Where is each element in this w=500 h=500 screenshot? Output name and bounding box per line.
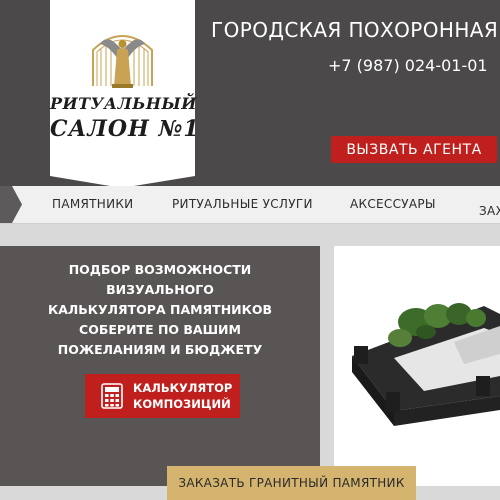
nav-item-ritual-services[interactable]: РИТУАЛЬНЫЕ УСЛУГИ bbox=[172, 197, 313, 211]
granite-complex-illustration bbox=[334, 246, 500, 486]
calculator-button[interactable]: КАЛЬКУЛЯТОР КОМПОЗИЦИЙ bbox=[85, 374, 240, 418]
promo-line: СОБЕРИТЕ ПО ВАШИМ bbox=[79, 322, 241, 337]
main-nav: ПАМЯТНИКИ РИТУАЛЬНЫЕ УСЛУГИ АКСЕССУАРЫ З… bbox=[0, 186, 500, 224]
calculator-label-line2: КОМПОЗИЦИЙ bbox=[133, 397, 231, 411]
promo-text: ПОДБОР ВОЗМОЖНОСТИ ВИЗУАЛЬНОГО КАЛЬКУЛЯТ… bbox=[20, 260, 300, 360]
monument-preview-image[interactable] bbox=[334, 246, 500, 486]
promo-line: ПОДБОР ВОЗМОЖНОСТИ bbox=[68, 262, 252, 277]
gate-angel-logo-icon bbox=[92, 35, 153, 88]
company-name: ГОРОДСКАЯ ПОХОРОННАЯ bbox=[211, 18, 499, 42]
calculator-icon bbox=[101, 383, 123, 409]
promo-line: ПОЖЕЛАНИЯМ И БЮДЖЕТУ bbox=[57, 342, 263, 357]
logo-text-line2: САЛОН №1 bbox=[50, 116, 200, 142]
nav-item-more[interactable]: ЗАХ bbox=[479, 204, 500, 218]
calculator-promo-panel: ПОДБОР ВОЗМОЖНОСТИ ВИЗУАЛЬНОГО КАЛЬКУЛЯТ… bbox=[0, 246, 320, 486]
promo-line: КАЛЬКУЛЯТОРА ПАМЯТНИКОВ bbox=[47, 302, 273, 317]
logo[interactable]: РИТУАЛЬНЫЙ САЛОН №1 bbox=[50, 0, 200, 188]
call-agent-button[interactable]: ВЫЗВАТЬ АГЕНТА bbox=[331, 136, 497, 163]
calculator-label-line1: КАЛЬКУЛЯТОР bbox=[133, 381, 233, 395]
order-granite-monument-button[interactable]: ЗАКАЗАТЬ ГРАНИТНЫЙ ПАМЯТНИК bbox=[167, 466, 416, 500]
nav-item-accessories[interactable]: АКСЕССУАРЫ bbox=[350, 197, 436, 211]
nav-item-monuments[interactable]: ПАМЯТНИКИ bbox=[52, 197, 133, 211]
nav-arrow-icon[interactable] bbox=[0, 186, 22, 223]
calculator-button-label: КАЛЬКУЛЯТОР КОМПОЗИЦИЙ bbox=[133, 380, 233, 412]
phone-number[interactable]: +7 (987) 024-01-01 bbox=[328, 56, 488, 75]
site-header: РИТУАЛЬНЫЙ САЛОН №1 ГОРОДСКАЯ ПОХОРОННАЯ… bbox=[0, 0, 500, 188]
promo-line: ВИЗУАЛЬНОГО bbox=[106, 282, 214, 297]
logo-text-line1: РИТУАЛЬНЫЙ bbox=[50, 94, 197, 113]
